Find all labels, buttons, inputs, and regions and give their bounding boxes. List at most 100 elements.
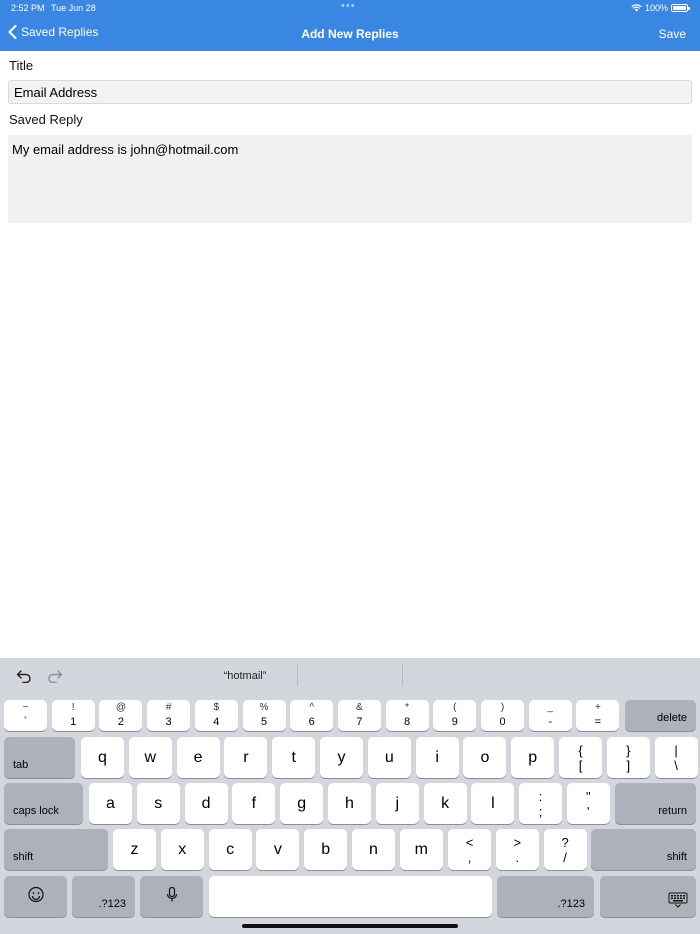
- key-letter: n: [369, 840, 378, 858]
- left-shift-key[interactable]: shift: [4, 829, 108, 870]
- key-h[interactable]: h: [328, 783, 371, 824]
- key-shift-symbol: &: [356, 702, 363, 713]
- key-letter: q: [98, 748, 107, 766]
- space-bar[interactable]: [209, 876, 492, 917]
- key-z[interactable]: z: [113, 829, 156, 870]
- numbers-key-right[interactable]: .?123: [497, 876, 594, 917]
- key-letter: c: [226, 840, 235, 858]
- key-letter: f: [251, 794, 257, 812]
- key-b[interactable]: b: [304, 829, 348, 870]
- key-letter: m: [414, 840, 428, 858]
- key-letter: h: [345, 794, 354, 812]
- key-2[interactable]: ! 1: [51, 700, 95, 731]
- key-13[interactable]: + =: [576, 700, 620, 731]
- key-letter: i: [435, 748, 439, 766]
- key-10[interactable]: (9: [433, 700, 477, 731]
- key-symbol-3[interactable]: :;: [519, 783, 562, 824]
- hide-keyboard-key[interactable]: [600, 876, 696, 917]
- key-symbol-7[interactable]: ? /: [543, 829, 587, 870]
- key-f[interactable]: f: [232, 783, 276, 824]
- saved-reply-label: Saved Reply: [9, 112, 83, 127]
- numbers-key-label: .?123: [557, 898, 585, 910]
- key-symbol: 8: [404, 716, 411, 728]
- key-symbol: 5: [260, 716, 268, 728]
- numbers-key-label: .?123: [98, 898, 126, 910]
- key-1[interactable]: ~ `: [4, 700, 47, 731]
- key-q[interactable]: q: [81, 737, 124, 778]
- key-5[interactable]: $4: [194, 700, 238, 731]
- delete-key[interactable]: delete: [625, 700, 696, 731]
- key-w[interactable]: w: [128, 737, 172, 778]
- numbers-key-left[interactable]: .?123: [72, 876, 135, 917]
- key-a[interactable]: a: [89, 783, 132, 824]
- tab-key[interactable]: tab: [4, 737, 75, 778]
- key-symbol: /: [563, 850, 567, 865]
- key-y[interactable]: y: [320, 737, 363, 778]
- key-l[interactable]: l: [471, 783, 515, 824]
- key-s[interactable]: s: [136, 783, 180, 824]
- suggestion-word[interactable]: “hotmail”: [195, 670, 295, 682]
- key-e[interactable]: e: [176, 737, 220, 778]
- emoji-key[interactable]: [4, 876, 67, 917]
- key-letter: j: [395, 794, 400, 812]
- key-letter: g: [297, 794, 307, 812]
- redo-icon[interactable]: [47, 669, 63, 683]
- key-k[interactable]: k: [423, 783, 467, 824]
- key-v[interactable]: v: [256, 829, 300, 870]
- key-symbol-5[interactable]: <,: [448, 829, 491, 870]
- key-letter: r: [243, 748, 249, 766]
- key-3[interactable]: @2: [99, 700, 143, 731]
- key-shift-symbol: +: [594, 702, 601, 713]
- key-d[interactable]: d: [184, 783, 228, 824]
- key-12[interactable]: _ -: [528, 700, 572, 731]
- battery-percent: 100%: [644, 3, 668, 13]
- saved-reply-textarea[interactable]: My email address is john@hotmail.com: [8, 135, 692, 223]
- key-p[interactable]: p: [511, 737, 555, 778]
- return-key[interactable]: return: [615, 783, 696, 824]
- key-symbol-0[interactable]: {[: [559, 737, 602, 778]
- key-symbol-2[interactable]: | \: [654, 737, 698, 778]
- key-symbol-6[interactable]: >.: [495, 829, 539, 870]
- key-letter: o: [480, 748, 490, 766]
- key-shift-symbol: }: [626, 743, 631, 758]
- key-letter: z: [130, 840, 139, 858]
- key-11[interactable]: ) 0: [481, 700, 524, 731]
- key-i[interactable]: i: [415, 737, 459, 778]
- home-indicator: [242, 924, 458, 928]
- wifi-icon: [631, 4, 642, 12]
- key-m[interactable]: m: [399, 829, 443, 870]
- title-input[interactable]: [8, 80, 692, 104]
- key-symbol: -: [548, 716, 553, 728]
- key-6[interactable]: % 5: [242, 700, 286, 731]
- key-shift-symbol: ): [500, 702, 505, 713]
- key-4[interactable]: #3: [147, 700, 191, 731]
- key-t[interactable]: t: [272, 737, 316, 778]
- undo-icon[interactable]: [16, 669, 32, 683]
- caps-lock-key[interactable]: caps lock: [4, 783, 83, 824]
- multitasking-dots-icon[interactable]: •••: [341, 0, 356, 12]
- battery-fill: [673, 6, 686, 10]
- key-8[interactable]: & 7: [337, 700, 381, 731]
- key-letter: x: [178, 840, 187, 858]
- dictation-key[interactable]: [140, 876, 203, 917]
- key-n[interactable]: n: [352, 829, 395, 870]
- key-shift-symbol: ": [585, 789, 591, 804]
- key-symbol-1[interactable]: }]: [606, 737, 650, 778]
- key-c[interactable]: c: [208, 829, 252, 870]
- save-button[interactable]: Save: [659, 27, 686, 41]
- key-o[interactable]: o: [463, 737, 507, 778]
- key-u[interactable]: u: [367, 737, 411, 778]
- key-shift-symbol: ^: [309, 702, 315, 713]
- key-symbol-4[interactable]: " ': [566, 783, 610, 824]
- key-7[interactable]: ^ 6: [290, 700, 334, 731]
- key-g[interactable]: g: [280, 783, 324, 824]
- microphone-icon: [166, 886, 178, 907]
- key-x[interactable]: x: [160, 829, 204, 870]
- right-shift-key[interactable]: shift: [591, 829, 696, 870]
- key-9[interactable]: * 8: [385, 700, 429, 731]
- key-r[interactable]: r: [224, 737, 268, 778]
- key-letter: a: [106, 794, 115, 812]
- key-shift-symbol: %: [259, 702, 269, 713]
- key-j[interactable]: j: [375, 783, 419, 824]
- key-letter: w: [144, 748, 157, 766]
